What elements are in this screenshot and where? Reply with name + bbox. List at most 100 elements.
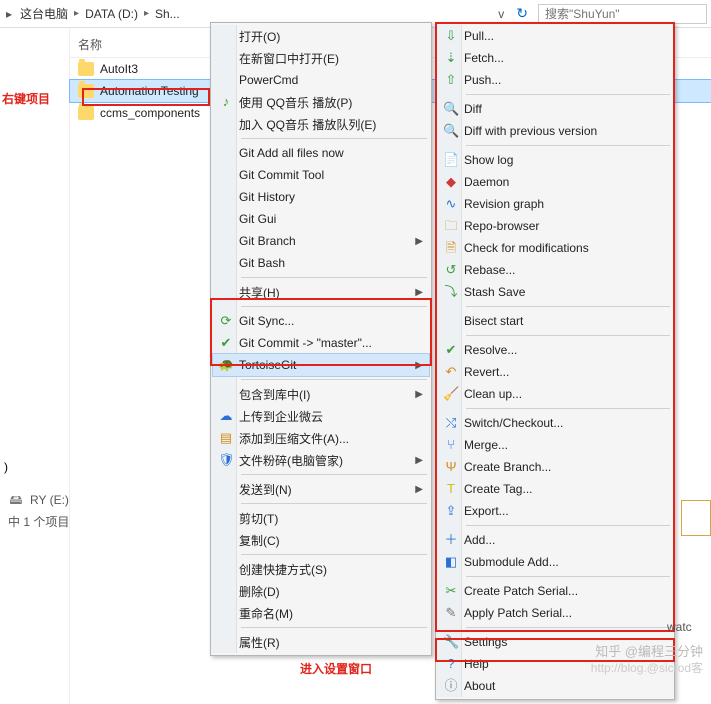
menu-powercmd[interactable]: PowerCmd — [213, 69, 429, 91]
cloud-icon: ☁ — [218, 408, 234, 424]
daemon-icon: ◆ — [443, 174, 459, 190]
menu-git-commit-tool[interactable]: Git Commit Tool — [213, 164, 429, 186]
menu-check-modifications[interactable]: 🗎Check for modifications — [438, 237, 672, 259]
drive-label: RY (E:) — [30, 493, 69, 507]
submenu-arrow-icon: ▶ — [415, 287, 423, 298]
folder-icon — [78, 62, 94, 76]
cleanup-icon: 🧹 — [443, 386, 459, 402]
about-icon: ⓘ — [443, 678, 459, 694]
menu-export[interactable]: ⇪Export... — [438, 500, 672, 522]
folder-icon — [78, 84, 94, 98]
menu-pull[interactable]: ⇩Pull... — [438, 25, 672, 47]
menu-push[interactable]: ⇧Push... — [438, 69, 672, 91]
log-icon: 📄 — [443, 152, 459, 168]
menu-git-branch[interactable]: Git Branch▶ — [213, 230, 429, 252]
context-menu-main: 打开(O) 在新窗口中打开(E) PowerCmd ♪使用 QQ音乐 播放(P)… — [210, 22, 432, 656]
context-menu-tortoisegit: ⇩Pull... ⇣Fetch... ⇧Push... 🔍Diff 🔍Diff … — [435, 22, 675, 700]
menu-resolve[interactable]: ✔Resolve... — [438, 339, 672, 361]
fetch-icon: ⇣ — [443, 50, 459, 66]
menu-tortoisegit[interactable]: 🐢TortoiseGit▶ — [213, 354, 429, 376]
menu-rename[interactable]: 重命名(M) — [213, 602, 429, 624]
refresh-icon[interactable]: ↻ — [510, 5, 534, 22]
breadcrumb-drive[interactable]: DATA (D:) — [81, 5, 142, 23]
menu-open-new-window[interactable]: 在新窗口中打开(E) — [213, 47, 429, 69]
menu-show-log[interactable]: 📄Show log — [438, 149, 672, 171]
chevron-right-icon: ▸ — [4, 7, 14, 21]
folder-name: ccms_components — [100, 106, 200, 120]
menu-clean-up[interactable]: 🧹Clean up... — [438, 383, 672, 405]
menu-open[interactable]: 打开(O) — [213, 25, 429, 47]
menu-create-shortcut[interactable]: 创建快捷方式(S) — [213, 558, 429, 580]
watermark-url: http://blog.@sicrod客 — [591, 659, 703, 676]
graph-icon: ∿ — [443, 196, 459, 212]
tag-icon: T — [443, 481, 459, 497]
breadcrumb-folder[interactable]: Sh... — [151, 5, 184, 23]
menu-qqmusic-queue[interactable]: 加入 QQ音乐 播放队列(E) — [213, 113, 429, 135]
annotation-right-click: 右键项目 — [2, 90, 50, 107]
menu-include-library[interactable]: 包含到库中(I)▶ — [213, 383, 429, 405]
watermark: 知乎 @编程三分钟 — [595, 641, 703, 660]
export-icon: ⇪ — [443, 503, 459, 519]
menu-git-gui[interactable]: Git Gui — [213, 208, 429, 230]
patch-create-icon: ✂ — [443, 583, 459, 599]
menu-apply-patch[interactable]: ✎Apply Patch Serial... — [438, 602, 672, 624]
menu-daemon[interactable]: ◆Daemon — [438, 171, 672, 193]
settings-icon: 🔧 — [443, 634, 459, 650]
drive-icon: 🖴 — [8, 492, 24, 508]
menu-git-bash[interactable]: Git Bash — [213, 252, 429, 274]
stash-icon: ⤵ — [443, 284, 459, 300]
menu-create-patch[interactable]: ✂Create Patch Serial... — [438, 580, 672, 602]
rebase-icon: ↺ — [443, 262, 459, 278]
menu-revision-graph[interactable]: ∿Revision graph — [438, 193, 672, 215]
menu-stash-save[interactable]: ⤵Stash Save — [438, 281, 672, 303]
cropped-text: watc — [667, 620, 711, 634]
revert-icon: ↶ — [443, 364, 459, 380]
diff-icon: 🔍 — [443, 101, 459, 117]
menu-qqmusic-play[interactable]: ♪使用 QQ音乐 播放(P) — [213, 91, 429, 113]
menu-diff-prev[interactable]: 🔍Diff with previous version — [438, 120, 672, 142]
submenu-arrow-icon: ▶ — [415, 455, 423, 466]
menu-rebase[interactable]: ↺Rebase... — [438, 259, 672, 281]
cropped-panel — [681, 500, 711, 536]
menu-upload-wework[interactable]: ☁上传到企业微云 — [213, 405, 429, 427]
menu-about[interactable]: ⓘAbout — [438, 675, 672, 697]
menu-delete[interactable]: 删除(D) — [213, 580, 429, 602]
menu-file-shred[interactable]: 🛡文件粉碎(电脑管家)▶ — [213, 449, 429, 471]
menu-submodule-add[interactable]: ◧Submodule Add... — [438, 551, 672, 573]
menu-copy[interactable]: 复制(C) — [213, 529, 429, 551]
patch-apply-icon: ✎ — [443, 605, 459, 621]
menu-bisect-start[interactable]: Bisect start — [438, 310, 672, 332]
merge-icon: ⑂ — [443, 437, 459, 453]
menu-git-history[interactable]: Git History — [213, 186, 429, 208]
menu-switch-checkout[interactable]: ⤭Switch/Checkout... — [438, 412, 672, 434]
chevron-right-icon: ▸ — [74, 8, 79, 19]
menu-git-sync[interactable]: ⟳Git Sync... — [213, 310, 429, 332]
menu-repo-browser[interactable]: 🗀Repo-browser — [438, 215, 672, 237]
search-input[interactable] — [538, 4, 707, 24]
menu-diff[interactable]: 🔍Diff — [438, 98, 672, 120]
add-icon: ＋ — [443, 532, 459, 548]
dropdown-icon[interactable]: v — [496, 7, 506, 21]
submenu-arrow-icon: ▶ — [415, 484, 423, 495]
menu-properties[interactable]: 属性(R) — [213, 631, 429, 653]
menu-git-add-all[interactable]: Git Add all files now — [213, 142, 429, 164]
menu-merge[interactable]: ⑂Merge... — [438, 434, 672, 456]
menu-cut[interactable]: 剪切(T) — [213, 507, 429, 529]
menu-revert[interactable]: ↶Revert... — [438, 361, 672, 383]
menu-create-branch[interactable]: ΨCreate Branch... — [438, 456, 672, 478]
archive-icon: ▤ — [218, 430, 234, 446]
menu-share[interactable]: 共享(H)▶ — [213, 281, 429, 303]
breadcrumb-root[interactable]: 这台电脑 — [16, 3, 72, 24]
status-text: 中 1 个项目 — [0, 509, 200, 534]
folder-name: AutomationTesting — [100, 84, 199, 98]
menu-fetch[interactable]: ⇣Fetch... — [438, 47, 672, 69]
menu-add[interactable]: ＋Add... — [438, 529, 672, 551]
submenu-arrow-icon: ▶ — [415, 389, 423, 400]
check-icon: 🗎 — [443, 240, 459, 256]
breadcrumb[interactable]: ▸ 这台电脑 ▸ DATA (D:) ▸ Sh... — [4, 3, 184, 24]
menu-send-to[interactable]: 发送到(N)▶ — [213, 478, 429, 500]
menu-git-commit-master[interactable]: ✔Git Commit -> "master"... — [213, 332, 429, 354]
menu-create-tag[interactable]: TCreate Tag... — [438, 478, 672, 500]
menu-add-archive[interactable]: ▤添加到压缩文件(A)... — [213, 427, 429, 449]
sync-icon: ⟳ — [218, 313, 234, 329]
